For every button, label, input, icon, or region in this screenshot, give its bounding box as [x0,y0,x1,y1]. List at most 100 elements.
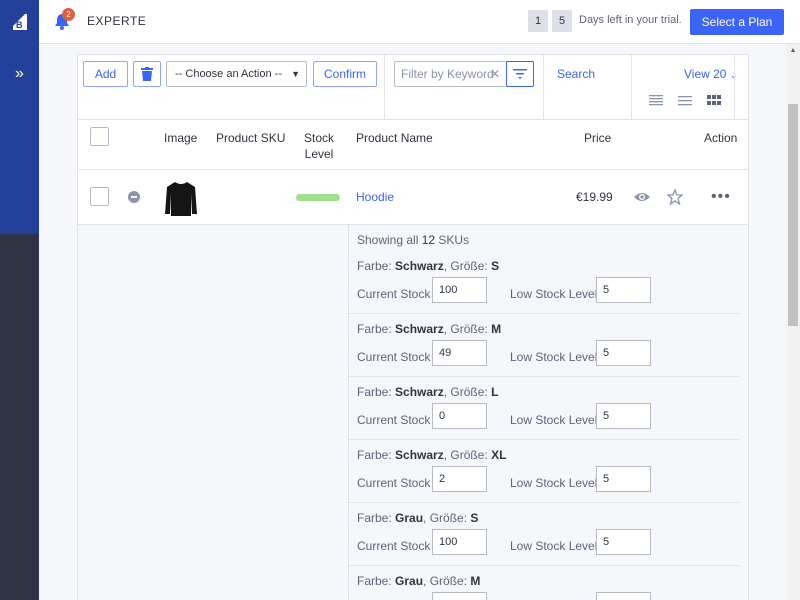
farbe-value: Schwarz [395,259,444,273]
low-stock-label: Low Stock Level [510,476,598,490]
toolbar-divider [734,55,735,119]
groesse-value: XL [491,448,507,462]
clear-filter-icon[interactable]: ✕ [490,62,500,86]
sku-attributes: Farbe: Schwarz, Größe: M [357,322,502,336]
toolbar-divider [631,55,632,119]
scrollbar-thumb[interactable] [788,104,798,326]
product-thumbnail[interactable] [164,178,198,218]
notification-count-badge: 2 [62,8,75,21]
column-sku[interactable]: Product SKU [216,130,285,146]
collapse-row-icon[interactable] [128,191,140,203]
current-stock-input[interactable]: 100 [432,277,487,303]
table-header: Image Product SKU Stock Level Product Na… [78,119,748,170]
sku-details: Showing all 12 SKUs Farbe: Schwarz, Größ… [78,225,748,600]
farbe-label: Farbe: [357,448,392,462]
column-image: Image [164,131,198,145]
stock-level-bar [296,194,340,201]
groesse-value: M [470,574,481,588]
store-name: EXPERTE [87,14,147,28]
sku-attributes: Farbe: Grau, Größe: S [357,511,479,525]
groesse-label: Größe: [450,322,488,336]
low-stock-input[interactable]: 5 [596,529,651,555]
left-nav: B » [0,0,39,600]
farbe-label: Farbe: [357,322,392,336]
trash-icon [141,67,153,81]
low-stock-input[interactable]: 5 [596,466,651,492]
select-plan-button[interactable]: Select a Plan [690,9,784,35]
sku-item: Farbe: Grau, Größe: S Current Stock 100 Low… [349,503,739,566]
trial-days-digit-1: 1 [528,10,548,32]
filter-options-button[interactable] [506,61,534,87]
toolbar-divider [543,55,544,119]
column-product-name[interactable]: Product Name [356,130,433,146]
grid-view-icon[interactable] [706,94,722,106]
product-price: €19.99 [576,190,613,204]
list-view-icon[interactable] [677,94,693,106]
column-stock-level[interactable]: Stock Level [298,130,340,162]
action-select-value: -- Choose an Action -- [175,68,282,80]
groesse-label: Größe: [450,385,488,399]
low-stock-input[interactable]: 5 [596,403,651,429]
toolbar: Add -- Choose an Action -- ▼ Confirm Fil… [78,55,748,119]
view-count-label: View 20 [684,67,727,81]
farbe-value: Schwarz [395,448,444,462]
delete-button[interactable] [133,61,161,87]
filter-icon [513,69,527,79]
sku-item: Farbe: Schwarz, Größe: M Current Stock 49 L… [349,314,739,377]
groesse-label: Größe: [450,448,488,462]
column-price[interactable]: Price [584,130,611,146]
sku-attributes: Farbe: Schwarz, Größe: XL [357,448,507,462]
compact-list-view-icon[interactable] [648,94,664,106]
groesse-value: L [491,385,499,399]
action-select[interactable]: -- Choose an Action -- ▼ [166,61,307,87]
sku-item: Farbe: Grau, Größe: MCurrent StockLow St… [349,566,739,600]
product-name-link[interactable]: Hoodie [356,190,394,204]
current-stock-label: Current Stock [357,539,431,553]
sku-attributes: Farbe: Schwarz, Größe: S [357,259,500,273]
groesse-label: Größe: [450,259,488,273]
low-stock-label: Low Stock Level [510,287,598,301]
low-stock-input[interactable]: 5 [596,277,651,303]
low-stock-input[interactable]: 5 [596,340,651,366]
expand-nav-icon[interactable]: » [0,60,39,88]
select-all-checkbox[interactable] [90,127,109,146]
more-actions-icon[interactable]: ••• [711,188,731,206]
showing-prefix: Showing all [357,233,419,247]
sku-item: Farbe: Schwarz, Größe: S Current Stock 100… [349,251,739,314]
current-stock-input[interactable]: 0 [432,403,487,429]
view-eye-icon[interactable] [633,190,651,204]
scroll-up-icon[interactable]: ▲ [786,44,800,58]
bigcommerce-logo-icon[interactable]: B [0,0,39,44]
current-stock-label: Current Stock [357,350,431,364]
current-stock-input[interactable] [432,592,487,600]
confirm-button[interactable]: Confirm [313,61,377,87]
top-header: 2 EXPERTE 1 5 Days left in your trial. S… [39,0,800,44]
farbe-value: Schwarz [395,322,444,336]
groesse-value: M [491,322,502,336]
low-stock-input[interactable] [596,592,651,600]
farbe-value: Schwarz [395,385,444,399]
keyword-filter-placeholder: Filter by Keyword [401,67,494,81]
groesse-label: Größe: [429,511,468,525]
showing-skus-text: Showing all 12 SKUs [357,233,469,247]
current-stock-input[interactable]: 2 [432,466,487,492]
add-button[interactable]: Add [83,61,128,87]
low-stock-label: Low Stock Level [510,413,598,427]
farbe-label: Farbe: [357,574,392,588]
groesse-value: S [470,511,479,525]
current-stock-input[interactable]: 49 [432,340,487,366]
sku-list: Showing all 12 SKUs Farbe: Schwarz, Größ… [348,225,748,600]
current-stock-label: Current Stock [357,287,431,301]
groesse-value: S [491,259,500,273]
current-stock-input[interactable]: 100 [432,529,487,555]
low-stock-label: Low Stock Level [510,539,598,553]
view-count-dropdown[interactable]: View 20 ⌄ [684,67,737,81]
search-link[interactable]: Search [557,67,595,81]
farbe-label: Farbe: [357,259,392,273]
chevron-down-icon: ▼ [291,69,300,79]
farbe-value: Grau [395,511,424,525]
sku-item: Farbe: Schwarz, Größe: L Current Stock 0 Lo… [349,377,739,440]
row-checkbox[interactable] [90,187,109,206]
star-icon[interactable] [667,189,683,205]
current-stock-label: Current Stock [357,413,431,427]
